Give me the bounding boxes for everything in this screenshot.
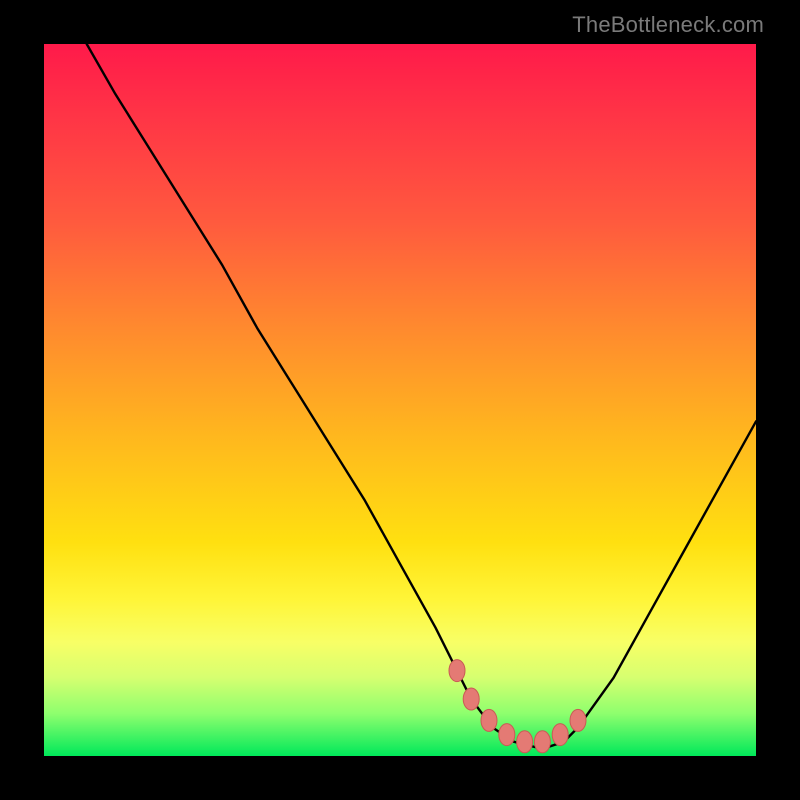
chart-frame: TheBottleneck.com xyxy=(0,0,800,800)
curve-marker xyxy=(552,724,568,746)
curve-marker xyxy=(481,709,497,731)
curve-marker xyxy=(499,724,515,746)
curve-marker xyxy=(449,660,465,682)
curve-marker xyxy=(570,709,586,731)
watermark-text: TheBottleneck.com xyxy=(572,12,764,38)
curve-marker xyxy=(534,731,550,753)
chart-svg xyxy=(44,44,756,756)
bottleneck-curve xyxy=(87,44,756,749)
curve-marker xyxy=(463,688,479,710)
plot-area xyxy=(44,44,756,756)
flat-region-markers xyxy=(449,660,586,753)
curve-marker xyxy=(517,731,533,753)
